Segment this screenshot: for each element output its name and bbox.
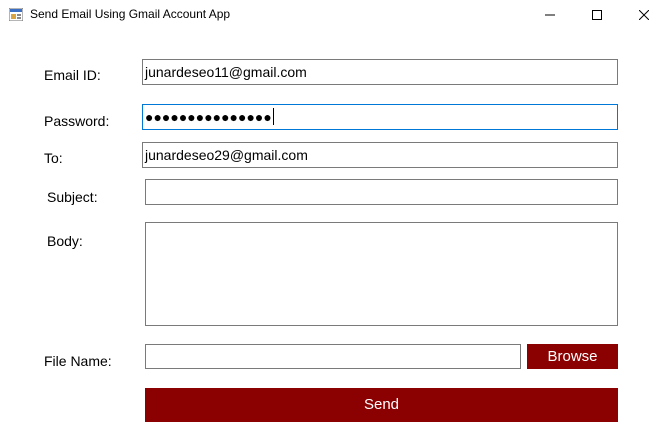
minimize-button[interactable]: [527, 0, 573, 30]
password-masked-value: ●●●●●●●●●●●●●●●: [145, 109, 272, 125]
send-button[interactable]: Send: [145, 388, 618, 422]
browse-button[interactable]: Browse: [527, 344, 618, 369]
password-label: Password:: [44, 113, 110, 129]
subject-field[interactable]: [145, 179, 618, 205]
title-bar[interactable]: Send Email Using Gmail Account App: [0, 0, 665, 30]
file-name-label: File Name:: [44, 353, 112, 369]
close-button[interactable]: [621, 0, 665, 30]
body-label: Body:: [47, 233, 83, 249]
password-field[interactable]: ●●●●●●●●●●●●●●●: [142, 104, 618, 130]
email-id-field[interactable]: junardeseo11@gmail.com: [142, 59, 618, 85]
maximize-icon: [592, 10, 602, 20]
app-window: Send Email Using Gmail Account App Email…: [0, 0, 665, 445]
minimize-icon: [545, 14, 555, 16]
subject-label: Subject:: [47, 189, 98, 205]
maximize-button[interactable]: [574, 0, 620, 30]
to-label: To:: [44, 150, 63, 166]
body-textarea[interactable]: [145, 222, 618, 326]
to-field[interactable]: junardeseo29@gmail.com: [142, 142, 618, 168]
close-icon: [639, 10, 649, 20]
window-title: Send Email Using Gmail Account App: [30, 7, 231, 21]
file-name-field[interactable]: [145, 344, 521, 369]
text-caret: [272, 108, 274, 125]
email-id-label: Email ID:: [44, 67, 101, 83]
app-icon: [8, 7, 24, 22]
